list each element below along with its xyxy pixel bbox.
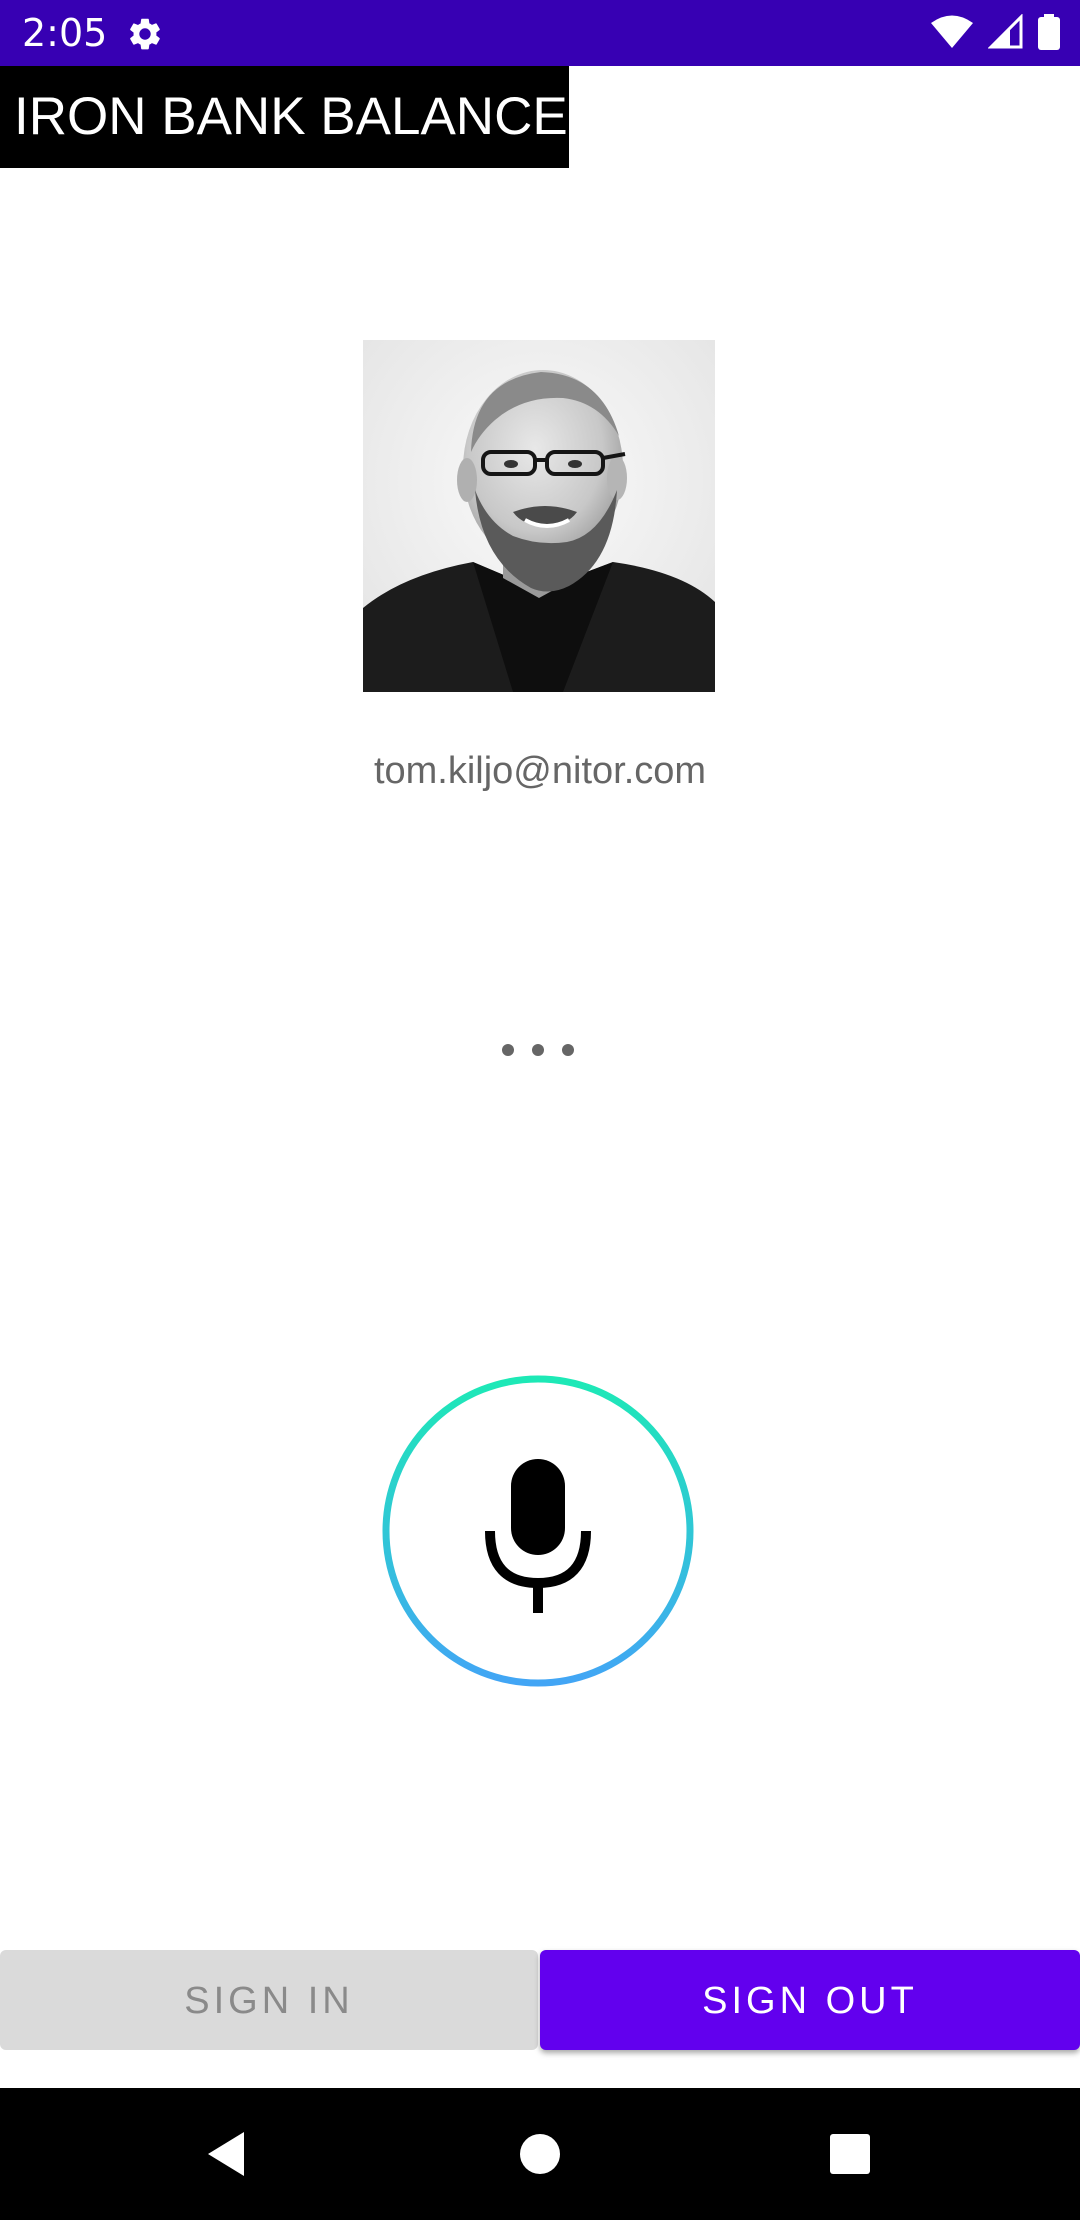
gear-icon — [130, 18, 160, 50]
app-title: IRON BANK BALANCE — [0, 66, 569, 168]
signal-icon — [988, 14, 1023, 49]
profile-avatar — [363, 340, 715, 692]
microphone-icon — [485, 1459, 591, 1613]
profile-photo — [363, 340, 715, 692]
back-icon[interactable] — [204, 2130, 248, 2178]
wifi-icon — [931, 15, 973, 48]
microphone-button[interactable] — [380, 1373, 696, 1689]
status-icons — [930, 14, 1060, 50]
sign-in-button[interactable]: SIGN IN — [0, 1950, 538, 2050]
status-time: 2:05 — [22, 11, 108, 55]
navigation-bar — [0, 2088, 1080, 2220]
status-bar: 2:05 — [0, 0, 1080, 66]
recents-icon[interactable] — [830, 2134, 870, 2174]
home-icon[interactable] — [518, 2132, 562, 2176]
battery-icon — [1038, 14, 1060, 50]
more-horiz-icon — [502, 1044, 574, 1056]
account-email: tom.kiljo@nitor.com — [373, 750, 707, 792]
sign-out-button[interactable]: SIGN OUT — [540, 1950, 1080, 2050]
